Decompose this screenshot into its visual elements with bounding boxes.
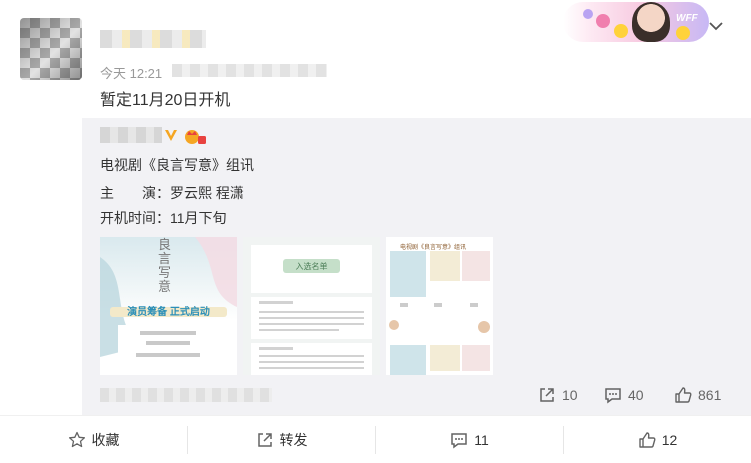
star-icon [68,431,85,448]
like-count: 12 [661,432,678,448]
post-text: 暂定11月20日开机 [100,92,231,109]
repost-share-count: 10 [562,387,578,403]
poster-subtitle: 演员筹备 正式启动 [127,307,210,318]
repost-like-count: 861 [698,387,722,403]
repost-line-title: 电视剧《良言写意》组讯 [100,157,254,173]
chevron-down-icon[interactable] [709,21,723,31]
image-thumbnail-2[interactable]: 入选名单 [243,237,380,375]
repost-comment-count: 40 [628,387,644,403]
repost-comment-stat[interactable]: 40 [604,386,644,404]
image-thumbnail-1[interactable]: 良言写意 演员筹备 正式启动 [100,237,237,375]
repost-like-stat[interactable]: 861 [674,386,721,404]
repost-line-start-time: 开机时间：11月下旬 [100,210,227,226]
thumbs-up-icon [639,432,656,448]
repost-source-redacted [100,388,272,402]
weibo-card: WFF 今天 12:21 暂定11月20日开机 电视剧《良言写意》组讯 主 演：… [0,0,751,463]
comment-count: 11 [474,432,489,448]
badge-decoration [583,9,593,19]
forward-label: 转发 [279,432,308,448]
comment-icon [605,388,621,404]
forward-icon [257,433,272,447]
poster-title: 良言写意 [158,238,172,295]
comment-icon [451,433,467,449]
comment-button[interactable]: 11 [376,416,563,463]
repost-share-stat[interactable]: 10 [538,386,578,404]
document-header: 入选名单 [295,262,328,271]
screenshot-caption: 电视剧《良言写意》组讯 [400,245,467,251]
post-source-redacted [172,64,327,77]
member-crown-icon [185,130,206,144]
image-thumbnail-3[interactable]: 电视剧《良言写意》组讯 [386,237,493,375]
verified-v-icon [165,130,177,141]
favorite-label: 收藏 [91,432,120,448]
badge-wff-logo: WFF [676,13,698,24]
username-redacted[interactable] [100,30,206,48]
badge-decoration [614,24,628,38]
casting-document [251,245,372,375]
action-bar: 收藏 转发 11 12 [0,415,751,463]
avatar[interactable] [20,18,82,80]
forward-button[interactable]: 转发 [188,416,375,463]
badge-decoration [676,26,690,40]
thumbs-up-icon [675,387,692,403]
screenshot-collage [386,237,493,375]
badge-decoration [596,14,610,28]
favorite-button[interactable]: 收藏 [0,416,187,463]
share-icon [540,388,554,402]
original-username-redacted[interactable] [100,127,162,143]
repost-line-cast: 主 演：罗云熙 程潇 [100,185,244,201]
badge-portrait [632,2,670,42]
post-timestamp[interactable]: 今天 12:21 [100,63,162,82]
like-button[interactable]: 12 [564,416,751,463]
